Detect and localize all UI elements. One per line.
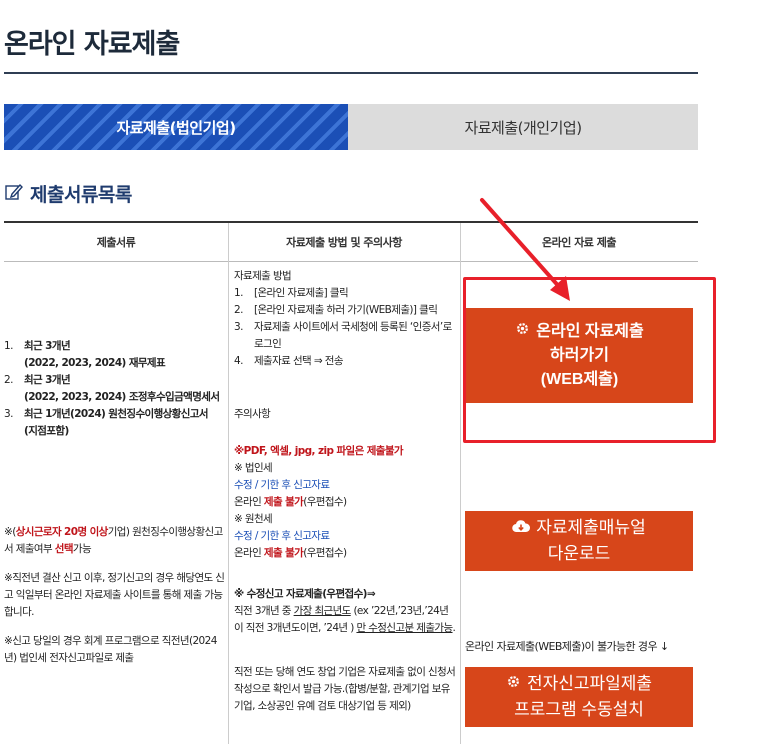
online-unavailable: 온라인 제출 불가(우편접수) (234, 496, 347, 508)
program-install-label-1: 전자신고파일제출 (526, 674, 653, 693)
doc-note-employees: ※(상시근로자 20명 이상기업) 원천징수이행상황신고서 제출여부 선택가능 (4, 526, 223, 555)
list-item: 1. [온라인 자료제출] 클릭 (234, 287, 349, 299)
corp-tax-label: ※ 법인세 (234, 462, 273, 474)
list-item: 1. 최근 3개년 (2022, 2023, 2024) 재무제표 (4, 340, 166, 369)
amend-submit-heading: ※ 수정신고 자료제출(우편접수)⇒ (234, 588, 376, 600)
list-item: 2. [온라인 자료제출 하러 가기(WEB제출)] 클릭 (234, 304, 438, 316)
list-item: 3. 최근 1개년(2024) 원천징수이행상황신고서 (지점포함) (4, 408, 209, 437)
amend-label: 수정 / 기한 후 신고자료 (234, 479, 330, 491)
page-title: 온라인 자료제출 (4, 29, 180, 60)
doc-note-timing: ※직전년 결산 신고 이후, 정기신고의 경우 해당연도 신고 익일부터 온라인… (4, 572, 225, 618)
list-item: 4. 제출자료 선택 ⇒ 전송 (234, 355, 343, 367)
web-submit-label-3: (WEB제출) (540, 370, 619, 388)
online-unavailable-2: 온라인 제출 불가(우편접수) (234, 547, 347, 559)
header-documents: 제출서류 (96, 236, 136, 249)
web-submit-label-1: 온라인 자료제출 (536, 322, 644, 340)
tab-individual[interactable]: 자료제출(개인기업) (348, 104, 698, 150)
title-divider (4, 72, 698, 74)
program-install-button[interactable]: 전자신고파일제출 프로그램 수동설치 (465, 667, 693, 727)
web-submit-button[interactable]: 온라인 자료제출 하러가기 (WEB제출) (466, 308, 693, 403)
caution-block: ※PDF, 엑셀, jpg, zip 파일은 제출불가 ※ 법인세 수정 / 기… (234, 443, 456, 562)
tab-bar: 자료제출(법인기업) 자료제출(개인기업) (4, 104, 698, 150)
gear-icon (515, 320, 530, 344)
doc-note-filing-day: ※신고 당일의 경우 회계 프로그램으로 직전년(2024년) 법인세 전자신고… (4, 635, 217, 664)
method-block: 자료제출 방법 1. [온라인 자료제출] 클릭 2. [온라인 자료제출 하러 가… (234, 268, 456, 370)
method-heading: 자료제출 방법 (234, 270, 292, 282)
program-install-line: 전자신고파일제출 (506, 671, 652, 697)
manual-download-line: 자료제출매뉴얼 (512, 515, 646, 541)
section-title: 제출서류목록 (30, 184, 132, 206)
amend-desc: 직전 3개년 중 가장 최근년도 (ex ’22년,’23년,’24년이 직전 … (234, 605, 456, 634)
web-unavailable-note: 온라인 자료제출(WEB제출)이 불가능한 경우 ↓ (465, 640, 669, 653)
column-divider (460, 223, 461, 744)
pencil-icon (4, 182, 24, 206)
manual-download-label-2: 다운로드 (547, 544, 611, 563)
web-submit-label-2: 하러가기 (550, 346, 609, 364)
startup-note: 직전 또는 당해 연도 창업 기업은 자료제출 없이 신청서 작성으로 확인서 … (234, 666, 456, 712)
documents-list: 1. 최근 3개년 (2022, 2023, 2024) 재무제표 2. 최근 3개년… (0, 338, 226, 440)
section-header: 제출서류목록 (4, 180, 132, 207)
gear-icon (506, 671, 521, 697)
no-files-note: ※PDF, 엑셀, jpg, zip 파일은 제출불가 (234, 445, 404, 457)
web-submit-line: 온라인 자료제출 (515, 320, 644, 344)
tab-corporate[interactable]: 자료제출(법인기업) (4, 104, 348, 150)
header-method: 자료제출 방법 및 주의사항 (286, 236, 402, 249)
manual-download-button[interactable]: 자료제출매뉴얼 다운로드 (465, 511, 693, 571)
column-divider (228, 223, 229, 744)
list-item: 3. 자료제출 사이트에서 국세청에 등록된 ‘인증서’로 로그인 (234, 321, 452, 350)
header-divider (4, 261, 698, 262)
caution-heading: 주의사항 (234, 408, 271, 420)
list-item: 2. 최근 3개년 (2022, 2023, 2024) 조정후수입금액명세서 (4, 374, 220, 403)
program-install-label-2: 프로그램 수동설치 (514, 700, 644, 719)
withholding-label: ※ 원천세 (234, 513, 273, 525)
amend-label-2: 수정 / 기한 후 신고자료 (234, 530, 330, 542)
manual-download-label-1: 자료제출매뉴얼 (536, 518, 646, 537)
amend-submit-block: ※ 수정신고 자료제출(우편접수)⇒ 직전 3개년 중 가장 최근년도 (ex … (234, 586, 456, 637)
cloud-download-icon (512, 515, 531, 541)
